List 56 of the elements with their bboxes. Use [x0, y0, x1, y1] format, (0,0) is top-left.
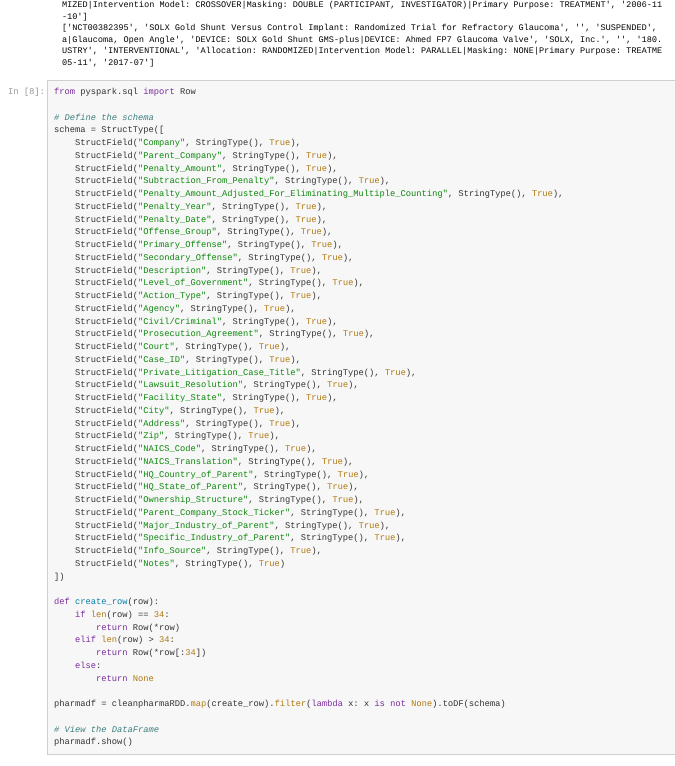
- code-line: return None: [95, 672, 154, 686]
- code-line: StructField("Description", StringType(), True),: [74, 264, 322, 278]
- code-line: StructField("Penalty_Year", StringType(), True),: [74, 200, 328, 214]
- code-line: StructField("Subtraction_From_Penalty", StringType(), True),: [74, 175, 390, 188]
- code-line: StructField("Agency", StringType(), True),: [74, 302, 296, 316]
- code-line: StructField("Info_Source", StringType(), True),: [74, 545, 322, 558]
- code-line: StructField("Notes", StringType(), True): [74, 558, 286, 570]
- output-line: a|Glaucoma, Open Angle', 'DEVICE: SOLX Gold Shunt GMS-plus|DEVICE: Ahmed FP7 Glaucoma Valve', 'SOLX, Inc.', '', '180.: [62, 34, 662, 46]
- code-line: StructField("Specific_Industry_of_Parent", StringType(), True),: [74, 532, 406, 545]
- code-line: def create_row(row):: [54, 596, 160, 609]
- code-line: return Row(*row[:34]): [95, 647, 206, 660]
- code-line: StructField("HQ_State_of_Parent", StringType(), True),: [74, 481, 359, 494]
- code-line: StructField("Penalty_Amount_Adjusted_For_Eliminating_Multiple_Counting", StringType(), True),: [74, 188, 564, 201]
- output-line: USTRY', 'INTERVENTIONAL', 'Allocation: RANDOMIZED|Intervention Model: PARALLEL|Masking: NONE|Primary Purpose: TREATME: [62, 46, 662, 58]
- code-line: StructField("Address", StringType(), True),: [74, 418, 301, 430]
- code-line: StructField("Court", StringType(), True),: [74, 341, 290, 354]
- code-line: elif len(row) > 34:: [74, 634, 175, 647]
- output-line: -10']: [62, 12, 88, 23]
- code-cell[interactable]: [47, 80, 675, 755]
- cell-prompt: In [8]:: [7, 86, 46, 97]
- code-line: StructField("Primary_Offense", StringType(), True),: [74, 239, 343, 252]
- code-line: StructField("Parent_Company_Stock_Ticker", StringType(), True),: [74, 506, 406, 520]
- code-comment: # View the DataFrame: [54, 724, 160, 736]
- code-line: schema = StructType([: [54, 124, 164, 137]
- code-line: StructField("Parent_Company", StringType(), True),: [74, 150, 338, 162]
- code-line: else:: [74, 660, 102, 672]
- output-line: MIZED|Intervention Model: CROSSOVER|Masking: DOUBLE (PARTICIPANT, INVESTIGATOR)|Primary Purpose: TREATMENT', '2006-11: [62, 0, 662, 12]
- code-line: return Row(*row): [95, 622, 180, 634]
- code-line: StructField("Level_of_Government", StringType(), True),: [74, 277, 364, 290]
- code-line: StructField("Penalty_Date", StringType(), True),: [74, 214, 328, 226]
- output-line: ['NCT00382395', 'SOLX Gold Shunt Versus Control Implant: Randomized Trial for Refractory Glaucoma', '', 'SUSPENDED',: [62, 23, 657, 34]
- code-line: StructField("Lawsuit_Resolution", StringType(), True),: [74, 379, 359, 392]
- output-line: 05-11', '2017-07']: [62, 58, 154, 69]
- code-comment: # Define the schema: [54, 112, 154, 124]
- code-line: StructField("City", StringType(), True),: [74, 404, 286, 418]
- code-line: StructField("NAICS_Code", StringType(), True),: [74, 443, 317, 456]
- code-line: StructField("Secondary_Offense", StringType(), True),: [74, 252, 354, 264]
- code-line: StructField("Facility_State", StringType(), True),: [74, 392, 338, 405]
- code-line: StructField("Zip", StringType(), True),: [74, 430, 280, 443]
- code-line: StructField("HQ_Country_of_Parent", StringType(), True),: [74, 468, 370, 482]
- code-line: StructField("Civil/Criminal", StringType(), True),: [74, 316, 338, 328]
- code-line: StructField("Offense_Group", StringType(), True),: [74, 226, 332, 239]
- code-line: if len(row) == 34:: [74, 608, 170, 622]
- code-line: StructField("Major_Industry_of_Parent", StringType(), True),: [74, 520, 390, 532]
- code-line: StructField("NAICS_Translation", StringType(), True),: [74, 456, 354, 468]
- code-line: pharmadf.show(): [54, 736, 133, 749]
- code-line: ]): [54, 570, 65, 584]
- code-line: from pyspark.sql import Row: [54, 86, 196, 99]
- code-line: StructField("Company", StringType(), True),: [74, 137, 301, 150]
- code-line: StructField("Action_Type", StringType(), True),: [74, 290, 322, 303]
- code-line: StructField("Case_ID", StringType(), True),: [74, 354, 301, 366]
- code-line: StructField("Prosecution_Agreement", StringType(), True),: [74, 328, 374, 341]
- code-line: pharmadf = cleanpharmaRDD.map(create_row).filter(lambda x: x is not None).toDF(schema): [54, 698, 506, 711]
- code-line: StructField("Private_Litigation_Case_Title", StringType(), True),: [74, 366, 416, 380]
- code-line: StructField("Ownership_Structure", StringType(), True),: [74, 494, 364, 507]
- code-line: StructField("Penalty_Amount", StringType(), True),: [74, 162, 338, 176]
